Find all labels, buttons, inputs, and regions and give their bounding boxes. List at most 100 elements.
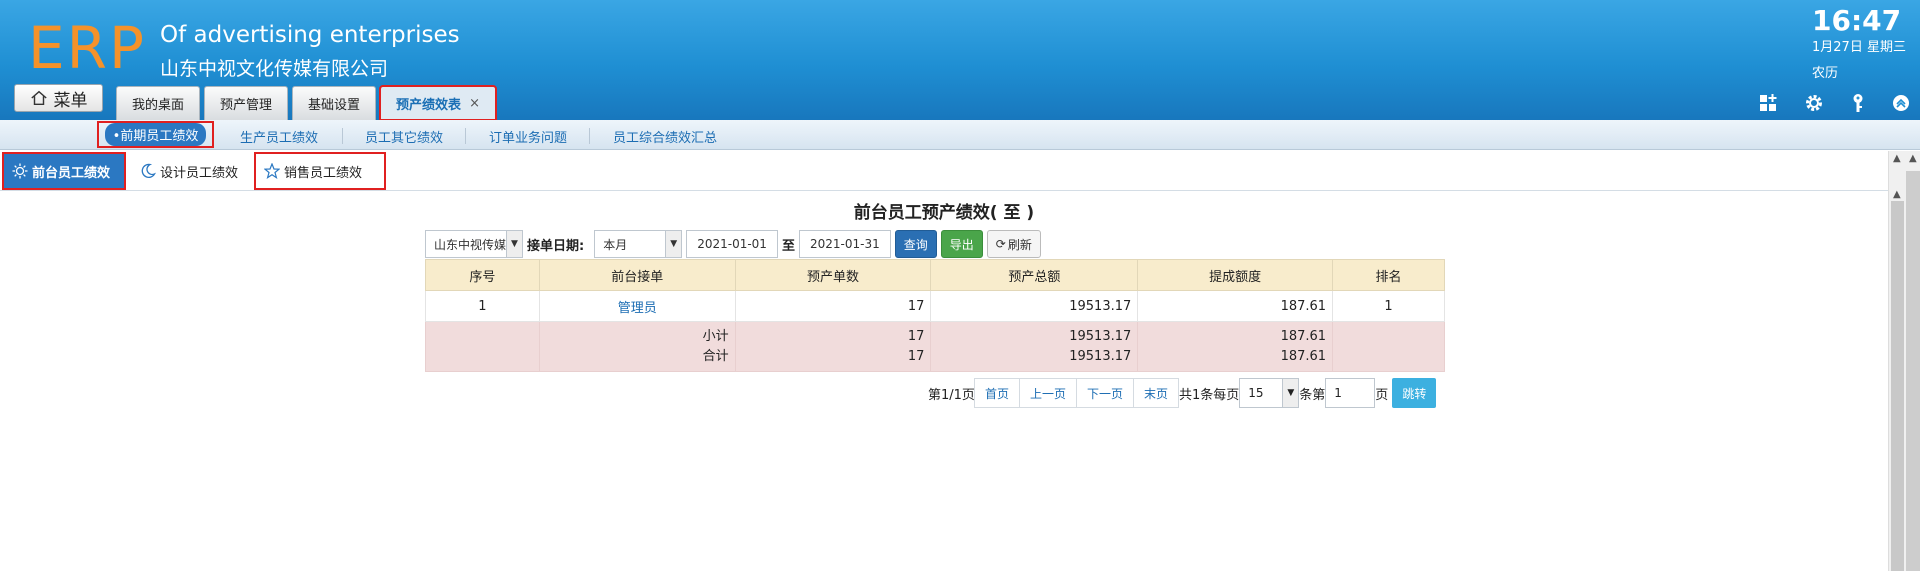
tab-label: 预产管理: [220, 98, 273, 113]
vertical-scrollbar[interactable]: ▲ ▲ ▲: [1888, 151, 1920, 571]
tab-label: 基础设置: [308, 98, 361, 113]
lunar-calendar-link[interactable]: 农历: [1812, 62, 1838, 81]
export-button[interactable]: 导出: [940, 230, 983, 258]
collapse-up-icon[interactable]: [1890, 92, 1912, 114]
home-icon: [30, 90, 47, 106]
grid-plus-icon[interactable]: [1758, 92, 1780, 114]
menu-label: 菜单: [53, 90, 88, 111]
cell-total-count: 17 17: [734, 321, 932, 372]
date-label: 接单日期:: [527, 238, 585, 254]
query-button[interactable]: 查询: [894, 230, 937, 258]
prev-page-button[interactable]: 上一页: [1018, 378, 1077, 408]
next-page-button[interactable]: 下一页: [1075, 378, 1134, 408]
cell-no: 1: [425, 290, 540, 322]
first-page-button[interactable]: 首页: [973, 378, 1020, 408]
column-header[interactable]: 预产单数: [734, 259, 932, 291]
tab-label: 我的桌面: [132, 98, 185, 113]
date-from-input[interactable]: 2021-01-01: [686, 230, 778, 258]
column-header[interactable]: 前台接单: [538, 259, 736, 291]
date-to-input[interactable]: 2021-01-31: [798, 230, 891, 258]
subnav-item-order-issues[interactable]: 订单业务问题: [489, 127, 567, 146]
page-info: 第1/1页: [928, 387, 975, 403]
tab-label: 预产绩效表: [396, 98, 462, 113]
subnav-divider: [465, 128, 466, 144]
refresh-button[interactable]: ⟳ 刷新: [986, 230, 1041, 258]
filter-bar: 山东中视传媒 ▼ 接单日期: 本月 ▼ 2021-01-01 至 2021-01…: [425, 230, 1041, 258]
main-menu-button[interactable]: 菜单: [14, 84, 103, 112]
staff-name-link[interactable]: 管理员: [618, 301, 657, 316]
subtab-label: 销售员工绩效: [284, 165, 363, 181]
chevron-down-icon: ▼: [1282, 379, 1299, 407]
subtab-front-staff[interactable]: 前台员工绩效: [2, 152, 126, 190]
cell-empty: [1332, 321, 1445, 372]
erp-logo: ERP: [28, 14, 146, 82]
column-header[interactable]: 预产总额: [930, 259, 1139, 291]
tab-basic-settings[interactable]: 基础设置: [292, 86, 377, 120]
company-name-en: Of advertising enterprises: [160, 22, 460, 48]
subtotal-label: 小计: [702, 328, 729, 344]
company-name-cn: 山东中视文化传媒有限公司: [160, 58, 389, 80]
subtotal-commission: 187.61: [1280, 328, 1327, 344]
cell-empty: [425, 321, 540, 372]
gear-icon[interactable]: [1803, 92, 1825, 114]
subnav-active-label: •前期员工绩效: [104, 123, 207, 146]
performance-table: 序号 前台接单 预产单数 预产总额 提成额度 排名 1 管理员 17 19513…: [425, 259, 1445, 372]
clock-date: 1月27日 星期三: [1812, 40, 1906, 55]
subtab-label: 设计员工绩效: [160, 165, 239, 181]
cell-total-amount: 19513.17 19513.17: [930, 321, 1139, 372]
subtab-sales-staff[interactable]: 销售员工绩效: [254, 152, 386, 190]
page-number-input[interactable]: 1: [1325, 378, 1376, 408]
app-header: ERP Of advertising enterprises 山东中视文化传媒有…: [0, 0, 1920, 121]
page-size-value: 15: [1248, 386, 1264, 400]
scrollbar-track[interactable]: [1906, 171, 1920, 571]
scrollbar-thumb[interactable]: [1891, 201, 1904, 571]
scroll-up-icon[interactable]: ▲: [1909, 153, 1917, 164]
subtab-design-staff[interactable]: 设计员工绩效: [132, 154, 246, 188]
refresh-icon: ⟳: [995, 237, 1006, 251]
company-select-value: 山东中视传媒: [434, 237, 507, 252]
key-icon[interactable]: [1847, 92, 1869, 114]
subtab-label: 前台员工绩效: [32, 165, 111, 181]
jump-button[interactable]: 跳转: [1392, 378, 1437, 408]
report-title: 前台员工预产绩效( 至 ): [853, 203, 1035, 223]
subnav-item-production[interactable]: 生产员工绩效: [240, 127, 318, 146]
main-tabs: 我的桌面 预产管理 基础设置 预产绩效表 ×: [116, 85, 497, 121]
column-header[interactable]: 排名: [1332, 259, 1445, 291]
cell-rank: 1: [1332, 290, 1445, 322]
period-select-value: 本月: [603, 237, 628, 252]
chevron-down-icon: ▼: [665, 231, 682, 257]
sun-icon: [12, 163, 28, 179]
pagination: 第1/1页 首页 上一页 下一页 末页 共1条每页 15 ▼ 条第 1 页 跳转: [928, 378, 1437, 408]
scroll-up-icon[interactable]: ▲: [1893, 153, 1901, 164]
to-label: 至: [781, 238, 795, 254]
cell-total: 19513.17: [930, 290, 1139, 322]
subnav-item-other[interactable]: 员工其它绩效: [365, 127, 443, 146]
column-header[interactable]: 提成额度: [1137, 259, 1334, 291]
grandtotal-amount: 19513.17: [1069, 348, 1132, 364]
scroll-up-icon[interactable]: ▲: [1893, 189, 1901, 200]
grandtotal-commission: 187.61: [1280, 348, 1327, 364]
close-tab-icon[interactable]: ×: [469, 96, 480, 111]
company-select[interactable]: 山东中视传媒 ▼: [425, 230, 523, 258]
tab-preproduction-mgmt[interactable]: 预产管理: [204, 86, 289, 120]
subnav-divider: [589, 128, 590, 144]
column-header[interactable]: 序号: [425, 259, 540, 291]
subnav-item-front-performance[interactable]: •前期员工绩效: [97, 121, 214, 148]
cell-total-labels: 小计 合计: [538, 321, 736, 372]
subnav-item-summary[interactable]: 员工综合绩效汇总: [613, 127, 717, 146]
tab-performance-report[interactable]: 预产绩效表 ×: [379, 85, 497, 121]
page-size-select[interactable]: 15 ▼: [1239, 378, 1300, 408]
subtotal-amount: 19513.17: [1069, 328, 1132, 344]
cell-count: 17: [734, 290, 932, 322]
tab-my-desktop[interactable]: 我的桌面: [116, 86, 201, 120]
period-select[interactable]: 本月 ▼: [594, 230, 683, 258]
clock-time: 16:47: [1812, 4, 1902, 37]
table-row: 1 管理员 17 19513.17 187.61 1: [425, 290, 1445, 322]
star-icon: [264, 163, 280, 179]
totals-row: 小计 合计 17 17 19513.17 19513.17 187.61 187…: [425, 321, 1445, 372]
chevron-down-icon: ▼: [506, 231, 522, 257]
subtotal-count: 17: [907, 328, 925, 344]
cell-total-commission: 187.61 187.61: [1137, 321, 1334, 372]
last-page-button[interactable]: 末页: [1132, 378, 1179, 408]
cell-commission: 187.61: [1137, 290, 1334, 322]
